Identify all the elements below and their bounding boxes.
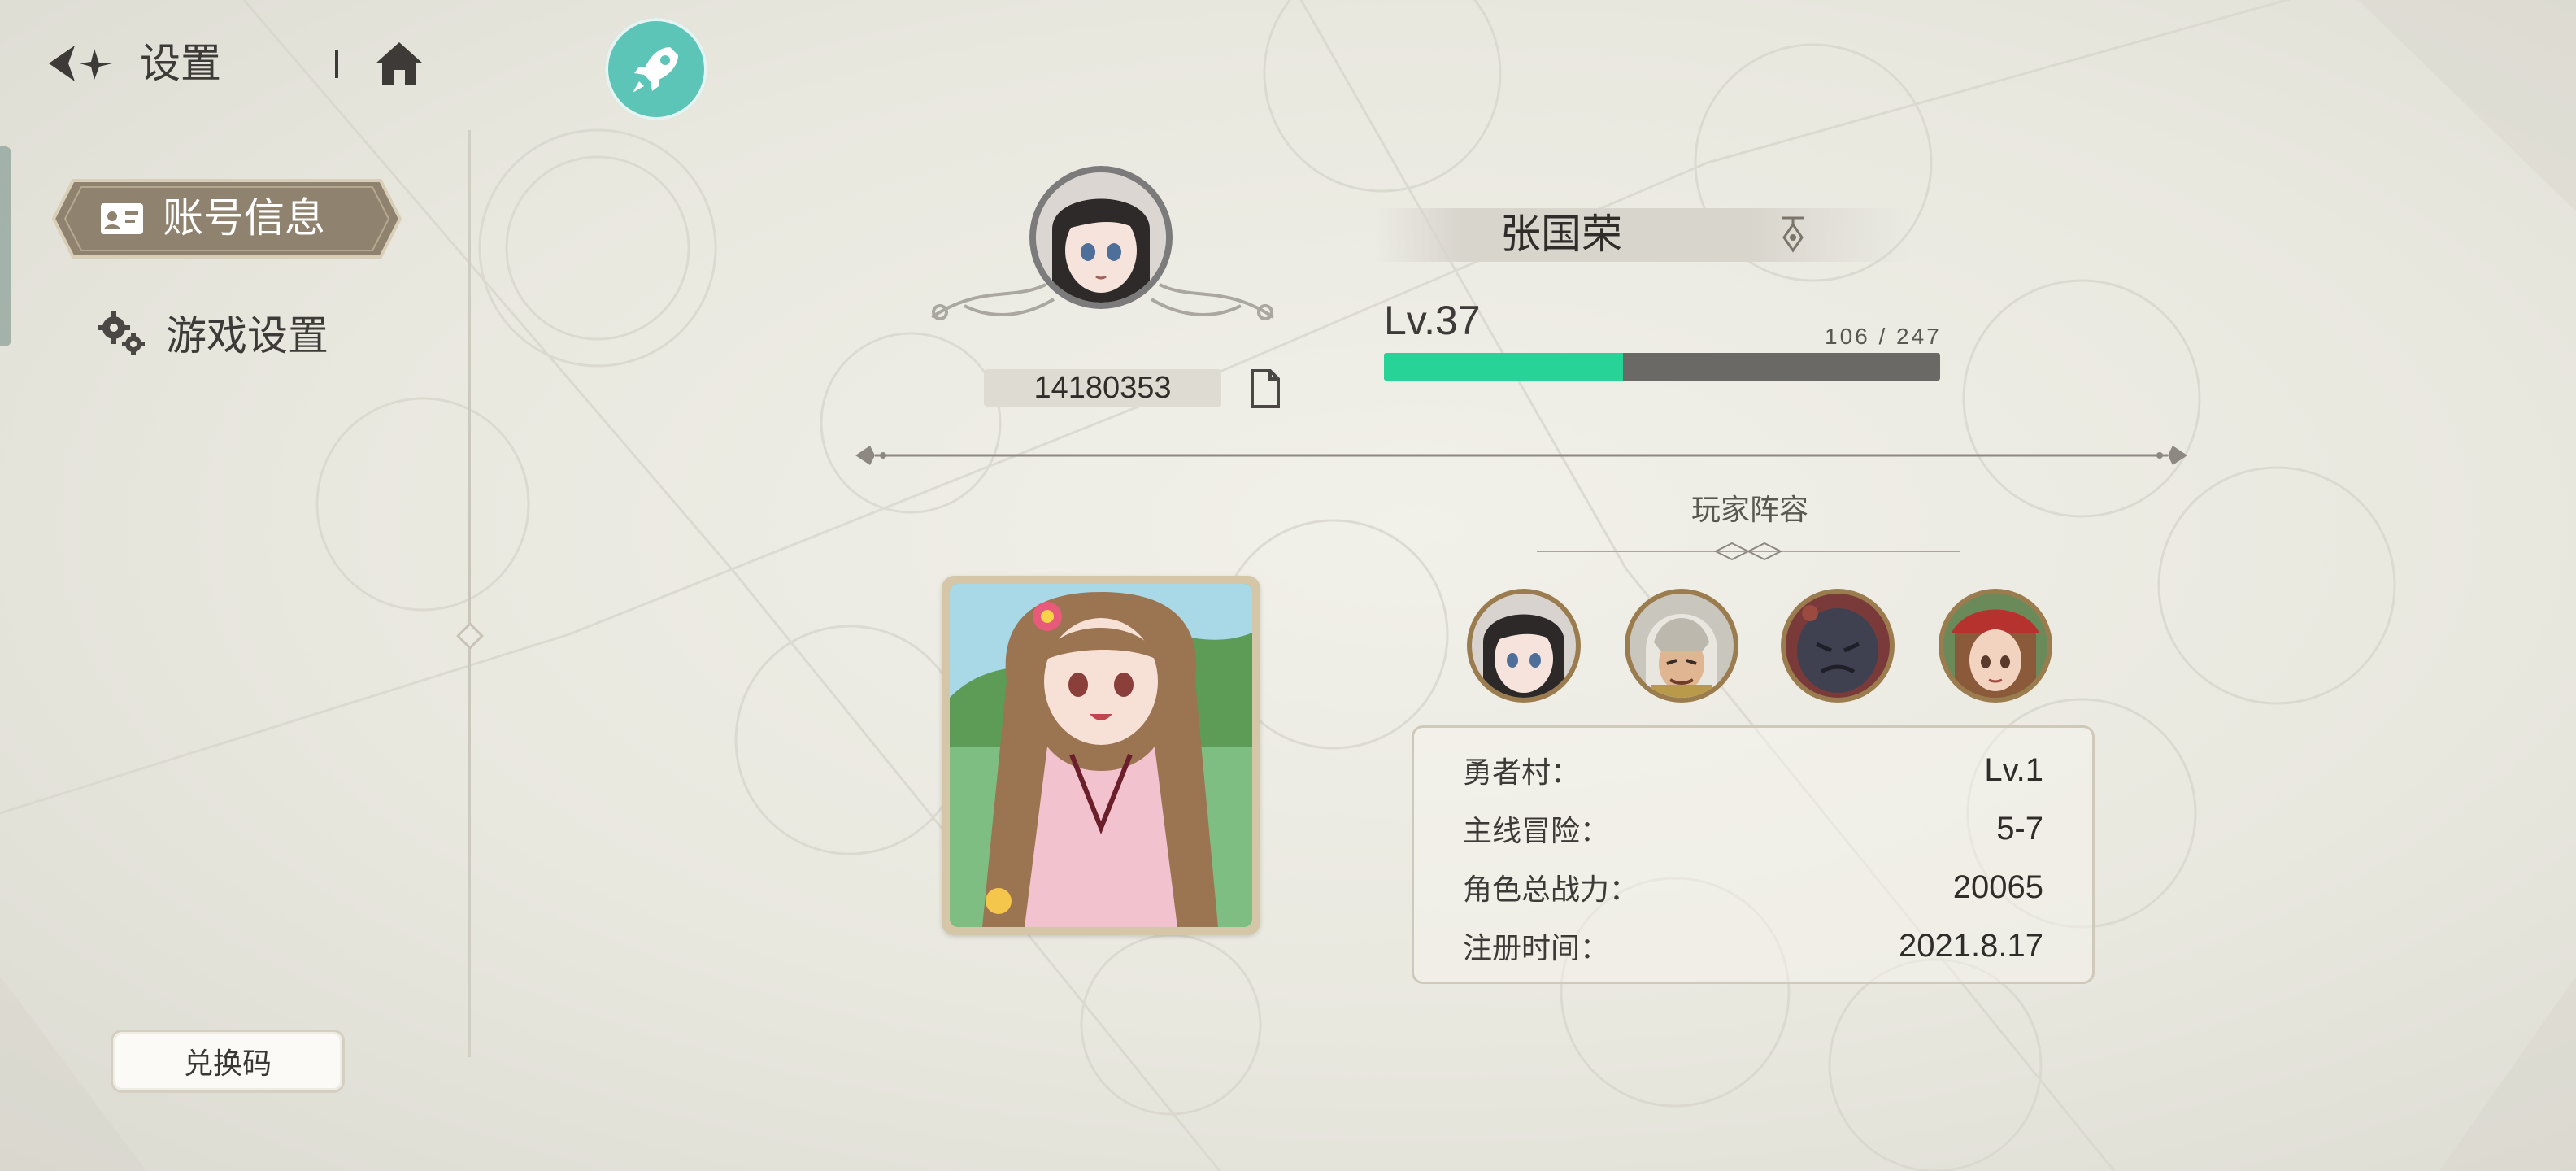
back-arrow-icon — [49, 46, 112, 81]
sidebar-divider-ornament — [456, 622, 484, 650]
player-stats-panel: 勇者村： Lv.1 主线冒险： 5-7 角色总战力： 20065 注册时间： 2… — [1412, 725, 2095, 984]
page-title: 设置 — [140, 41, 221, 86]
sidebar-edge-tab — [0, 146, 11, 346]
sidebar-item-game-settings[interactable]: 游戏设置 — [96, 304, 329, 361]
id-card-icon — [101, 203, 143, 234]
hero-portrait-icon — [1786, 594, 1890, 698]
lineup-hero-1[interactable] — [1467, 589, 1581, 703]
pen-nib-icon — [1782, 216, 1804, 253]
copy-uid-button[interactable] — [1247, 368, 1283, 410]
sidebar-item-label: 账号信息 — [163, 195, 325, 241]
back-button[interactable] — [44, 39, 117, 88]
stat-label: 注册时间： — [1463, 931, 1610, 964]
lineup-title-ornament — [1537, 542, 1960, 561]
hero-portrait-icon — [1630, 594, 1734, 698]
sidebar-item-label: 游戏设置 — [166, 313, 329, 359]
rocket-shortcut-button[interactable] — [605, 18, 707, 120]
copy-icon — [1251, 369, 1280, 408]
lineup-hero-4[interactable] — [1939, 589, 2052, 703]
title-separator — [335, 50, 338, 78]
player-avatar[interactable] — [1029, 166, 1173, 309]
section-divider — [855, 446, 2187, 465]
player-name: 张国荣 — [1500, 211, 1622, 257]
player-level: Lv.37 — [1384, 298, 1481, 343]
stat-value: Lv.1 — [1984, 751, 2043, 788]
stat-row-register-date: 注册时间： 2021.8.17 — [1463, 921, 2043, 970]
lineup-hero-2[interactable] — [1625, 589, 1738, 703]
stat-label: 主线冒险： — [1463, 814, 1610, 847]
home-icon — [376, 42, 423, 85]
exp-progress-fill — [1384, 353, 1624, 381]
stat-value: 20065 — [1952, 868, 2043, 905]
gears-icon — [98, 311, 145, 355]
avatar-portrait — [1036, 172, 1166, 303]
exp-progress-bar — [1384, 353, 1940, 381]
showcase-character-card[interactable] — [942, 576, 1260, 935]
hero-portrait-icon — [1943, 594, 2047, 698]
stat-row-total-power: 角色总战力： 20065 — [1463, 863, 2043, 912]
stat-row-main-adventure: 主线冒险： 5-7 — [1463, 804, 2043, 853]
sidebar-divider — [468, 130, 471, 1057]
hero-portrait-icon — [1472, 594, 1576, 698]
exp-progress-text: 106 / 247 — [1825, 324, 1942, 349]
player-uid: 14180353 — [984, 369, 1221, 407]
rocket-icon — [633, 47, 678, 93]
edit-name-button[interactable] — [1779, 213, 1807, 255]
stat-label: 勇者村： — [1463, 755, 1581, 789]
stat-value: 5-7 — [1996, 810, 2043, 847]
lineup-hero-3[interactable] — [1781, 589, 1895, 703]
lineup-title: 玩家阵容 — [1691, 493, 1809, 526]
home-button[interactable] — [372, 39, 426, 88]
sidebar-item-account-info[interactable]: 账号信息 — [49, 174, 405, 263]
stat-label: 角色总战力： — [1463, 873, 1639, 906]
redeem-code-button[interactable]: 兑换码 — [111, 1030, 345, 1093]
stat-row-village: 勇者村： Lv.1 — [1463, 746, 2043, 794]
showcase-character-art — [950, 584, 1252, 927]
stat-value: 2021.8.17 — [1899, 927, 2043, 964]
